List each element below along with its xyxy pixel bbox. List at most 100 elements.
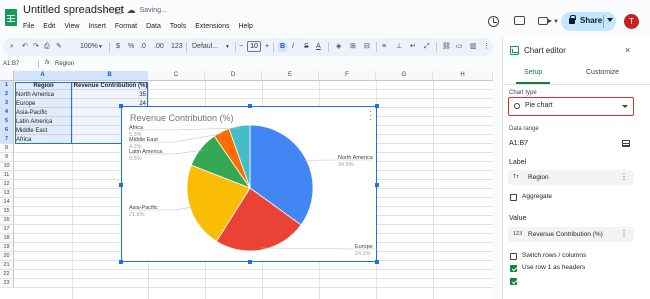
- menu-view[interactable]: View: [64, 23, 79, 30]
- column-header-e[interactable]: E: [262, 71, 319, 81]
- column-header-d[interactable]: D: [205, 71, 262, 81]
- cell-region[interactable]: Europe: [16, 100, 35, 109]
- formula-input[interactable]: Region: [55, 61, 74, 67]
- avatar[interactable]: T: [624, 14, 639, 29]
- paint-format-icon[interactable]: ✎: [56, 42, 62, 52]
- cell-region[interactable]: Africa: [16, 136, 31, 145]
- column-header-c[interactable]: C: [148, 71, 205, 81]
- chart-type-select[interactable]: Pie chart: [508, 97, 634, 116]
- row-header[interactable]: 11: [0, 171, 14, 180]
- cell-region[interactable]: Latin America: [16, 118, 52, 127]
- increase-decimal-button[interactable]: .00: [154, 42, 164, 52]
- insert-comment-icon[interactable]: ▭: [456, 42, 463, 52]
- label-chip[interactable]: Tт Region ⋮: [508, 170, 634, 185]
- cell-region[interactable]: Middle East: [16, 127, 47, 136]
- value-chip[interactable]: 123 Revenue Contribution (%) ⋮: [508, 227, 634, 242]
- more-options-icon[interactable]: ⋮: [620, 172, 628, 182]
- text-color-button[interactable]: A: [316, 42, 321, 52]
- share-dropdown-icon[interactable]: [607, 18, 613, 22]
- text-wrap-icon[interactable]: ↵: [410, 42, 416, 52]
- font-select[interactable]: Defaul...: [192, 42, 218, 52]
- column-header-a[interactable]: A: [14, 71, 72, 81]
- insert-link-icon[interactable]: ⛓: [442, 42, 451, 52]
- row-header[interactable]: 12: [0, 180, 14, 189]
- folder-icon[interactable]: ▢: [114, 5, 123, 16]
- number-format-button[interactable]: 123: [171, 42, 183, 52]
- use-column-a-labels-checkbox[interactable]: [510, 278, 517, 285]
- row-header[interactable]: 10: [0, 162, 14, 171]
- menu-format[interactable]: Format: [115, 23, 137, 30]
- resize-handle[interactable]: [248, 104, 252, 108]
- decrease-font-size-button[interactable]: −: [239, 42, 243, 52]
- row-header[interactable]: 19: [0, 243, 14, 252]
- resize-handle[interactable]: [119, 104, 123, 108]
- row-header[interactable]: 4: [0, 108, 14, 117]
- menu-extensions[interactable]: Extensions: [195, 23, 229, 30]
- resize-handle[interactable]: [375, 183, 379, 187]
- column-header-b[interactable]: B: [72, 71, 148, 81]
- increase-font-size-button[interactable]: +: [265, 42, 269, 52]
- comment-icon[interactable]: [514, 16, 525, 25]
- percent-button[interactable]: %: [128, 42, 134, 52]
- undo-icon[interactable]: ↶: [22, 42, 28, 52]
- row-header[interactable]: 5: [0, 117, 14, 126]
- select-range-icon[interactable]: [622, 140, 630, 147]
- pie-chart[interactable]: Revenue Contribution (%) · · · North Ameri…: [119, 104, 379, 264]
- cell-region[interactable]: Asia-Pacific: [16, 109, 47, 118]
- row-header[interactable]: 18: [0, 234, 14, 243]
- name-box[interactable]: A1:B7: [3, 61, 19, 67]
- menu-tools[interactable]: Tools: [170, 23, 186, 30]
- menu-help[interactable]: Help: [238, 23, 252, 30]
- row-header[interactable]: 23: [0, 279, 14, 288]
- currency-button[interactable]: $: [116, 42, 120, 52]
- more-options-icon[interactable]: ⋮: [483, 42, 490, 52]
- row-header[interactable]: 16: [0, 216, 14, 225]
- bold-button[interactable]: B: [278, 42, 288, 52]
- data-range-input[interactable]: A1:B7: [509, 140, 528, 147]
- print-icon[interactable]: ⎙: [44, 42, 50, 52]
- zoom-select[interactable]: 100%: [80, 42, 98, 52]
- meet-icon[interactable]: [538, 17, 552, 25]
- menu-file[interactable]: File: [23, 23, 34, 30]
- font-size-input[interactable]: 10: [247, 41, 261, 52]
- row-header[interactable]: 7: [0, 135, 14, 144]
- menu-data[interactable]: Data: [146, 23, 161, 30]
- redo-icon[interactable]: ↷: [33, 42, 39, 52]
- close-icon[interactable]: ×: [625, 45, 630, 55]
- merge-cells-icon[interactable]: ⊟: [364, 42, 370, 52]
- more-options-icon[interactable]: ⋮: [620, 229, 628, 239]
- borders-icon[interactable]: ⊞: [350, 42, 356, 52]
- column-header-g[interactable]: G: [376, 71, 433, 81]
- column-header-f[interactable]: F: [319, 71, 376, 81]
- text-rotation-icon[interactable]: ⤢: [424, 42, 430, 52]
- select-all-corner[interactable]: [0, 71, 14, 81]
- cell-b1[interactable]: Revenue Contribution (%): [73, 82, 148, 91]
- row-header[interactable]: 8: [0, 144, 14, 153]
- row-header[interactable]: 20: [0, 252, 14, 261]
- tab-customize[interactable]: Customize: [586, 69, 619, 76]
- row-header[interactable]: 1: [0, 81, 14, 90]
- strikethrough-button[interactable]: S: [304, 42, 309, 52]
- row-header[interactable]: 22: [0, 270, 14, 279]
- meet-dropdown-icon[interactable]: ▼: [553, 19, 559, 25]
- cell-a1[interactable]: Region: [15, 82, 72, 91]
- sheets-logo-icon[interactable]: [5, 9, 17, 26]
- resize-handle[interactable]: [375, 104, 379, 108]
- row-header[interactable]: 2: [0, 90, 14, 99]
- cell-region[interactable]: North America: [16, 91, 54, 100]
- history-icon[interactable]: [488, 16, 499, 27]
- row-header[interactable]: 13: [0, 189, 14, 198]
- row-header[interactable]: 21: [0, 261, 14, 270]
- resize-handle[interactable]: [248, 260, 252, 264]
- share-button[interactable]: Share: [561, 12, 616, 31]
- font-caret-icon[interactable]: ▼: [225, 42, 230, 52]
- insert-chart-icon[interactable]: ▥: [470, 42, 477, 52]
- aggregate-checkbox[interactable]: [510, 194, 517, 201]
- resize-handle[interactable]: [119, 260, 123, 264]
- horizontal-align-icon[interactable]: ≡: [382, 42, 386, 52]
- tab-setup[interactable]: Setup: [524, 69, 542, 76]
- row-header[interactable]: 15: [0, 207, 14, 216]
- resize-handle[interactable]: [119, 183, 123, 187]
- use-row1-headers-checkbox[interactable]: [510, 265, 517, 272]
- menu-edit[interactable]: Edit: [43, 23, 55, 30]
